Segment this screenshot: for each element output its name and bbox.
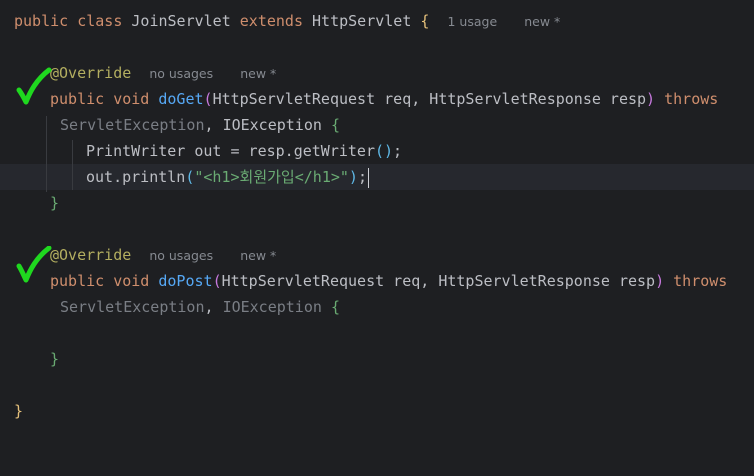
keyword-class: class: [77, 12, 123, 30]
semicolon: ;: [357, 168, 367, 186]
text-caret: [367, 167, 369, 188]
usage-hint[interactable]: no usages: [149, 248, 213, 263]
class-close-brace: }: [14, 402, 24, 420]
code-line-10[interactable]: ServletException, IOException {: [0, 294, 754, 320]
method-close-brace: }: [50, 350, 60, 368]
exception-servlet: ServletException: [60, 298, 205, 316]
call-parens: (): [374, 142, 394, 160]
override-annotation: @Override: [50, 246, 132, 264]
indent-guide: [72, 140, 73, 190]
class-name: JoinServlet: [131, 12, 231, 30]
exception-io: IOException: [222, 116, 322, 134]
class-open-brace: {: [420, 12, 430, 30]
parent-class-name: HttpServlet: [312, 12, 412, 30]
green-checkmark-icon: [16, 246, 52, 283]
author-hint[interactable]: new *: [240, 248, 276, 263]
statement-println: out.println: [86, 168, 186, 186]
code-editor[interactable]: public class JoinServlet extends HttpSer…: [0, 0, 754, 440]
keyword-throws: throws: [664, 90, 719, 108]
code-line-9[interactable]: public void doPost(HttpServletRequest re…: [0, 268, 754, 294]
code-line-1[interactable]: public class JoinServlet extends HttpSer…: [0, 8, 754, 34]
keyword-extends: extends: [239, 12, 303, 30]
method-open-brace: {: [330, 116, 340, 134]
param-close-paren: ): [655, 272, 665, 290]
keyword-public: public: [50, 272, 105, 290]
exception-io: IOException: [222, 298, 322, 316]
param-open-paren: (: [212, 272, 222, 290]
code-line-8[interactable]: @Override no usages new *: [0, 242, 754, 268]
code-line-2[interactable]: @Override no usages new *: [0, 60, 754, 86]
method-params: HttpServletRequest req, HttpServletRespo…: [212, 90, 647, 108]
method-open-brace: {: [330, 298, 340, 316]
override-annotation: @Override: [50, 64, 132, 82]
keyword-public: public: [50, 90, 105, 108]
exception-separator: ,: [204, 116, 223, 134]
keyword-public: public: [14, 12, 69, 30]
call-close-paren: ): [348, 168, 358, 186]
method-params: HttpServletRequest req, HttpServletRespo…: [221, 272, 656, 290]
code-line-5[interactable]: PrintWriter out = resp.getWriter();: [0, 138, 754, 164]
keyword-void: void: [113, 272, 150, 290]
semicolon: ;: [393, 142, 403, 160]
usage-hint[interactable]: no usages: [149, 66, 213, 81]
code-line-11[interactable]: }: [0, 346, 754, 372]
method-close-brace: }: [50, 194, 60, 212]
param-close-paren: ): [646, 90, 656, 108]
usage-hint[interactable]: 1 usage: [448, 14, 498, 29]
method-name-dopost: doPost: [158, 272, 213, 290]
keyword-void: void: [113, 90, 150, 108]
author-hint[interactable]: new *: [240, 66, 276, 81]
param-open-paren: (: [203, 90, 213, 108]
indent-guide: [46, 116, 47, 192]
green-checkmark-icon: [16, 67, 52, 105]
code-line-3[interactable]: public void doGet(HttpServletRequest req…: [0, 86, 754, 112]
author-hint[interactable]: new *: [524, 14, 560, 29]
code-line-4[interactable]: ServletException, IOException {: [0, 112, 754, 138]
statement-getwriter: PrintWriter out = resp.getWriter: [86, 142, 375, 160]
code-line-12[interactable]: }: [0, 398, 754, 424]
keyword-throws: throws: [673, 272, 728, 290]
exception-separator: ,: [204, 298, 223, 316]
code-line-6-current[interactable]: out.println("<h1>회원가입</h1>");: [0, 164, 754, 190]
code-line-7[interactable]: }: [0, 190, 754, 216]
exception-servlet: ServletException: [60, 116, 205, 134]
html-string-literal: "<h1>회원가입</h1>": [194, 168, 349, 186]
method-name-doget: doGet: [158, 90, 204, 108]
